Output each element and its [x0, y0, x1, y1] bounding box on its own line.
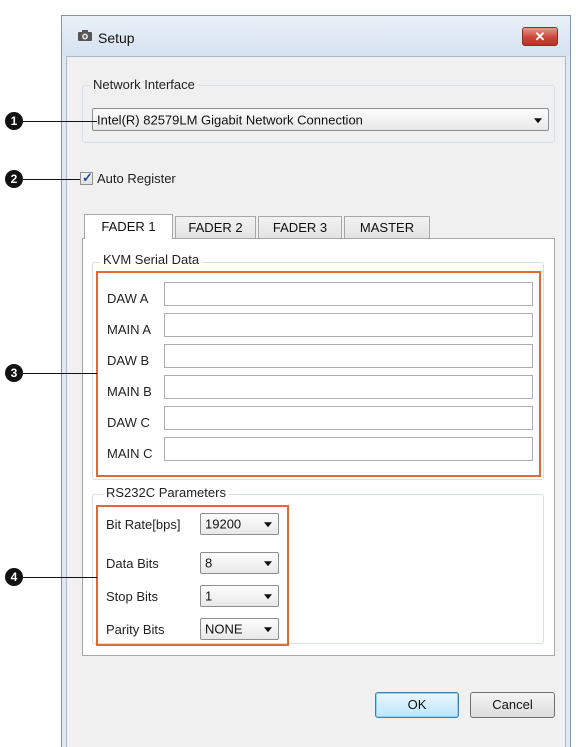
- kvm-field-main-b[interactable]: [164, 375, 533, 399]
- ok-button[interactable]: OK: [375, 692, 459, 718]
- parity-bits-select[interactable]: NONE: [200, 618, 279, 640]
- title-bar[interactable]: [62, 16, 570, 56]
- kvm-field-daw-b[interactable]: [164, 344, 533, 368]
- app-gear-icon: [77, 29, 93, 43]
- bit-rate-select[interactable]: 19200: [200, 513, 279, 535]
- tab-master[interactable]: MASTER: [344, 216, 430, 238]
- stop-bits-label: Stop Bits: [106, 589, 159, 604]
- kvm-label-main-a: MAIN A: [107, 322, 152, 337]
- data-bits-value: 8: [205, 555, 213, 571]
- kvm-field-daw-c[interactable]: [164, 406, 533, 430]
- network-interface-value: Intel(R) 82579LM Gigabit Network Connect…: [97, 112, 363, 127]
- callout-1-line: [23, 121, 97, 122]
- chevron-down-icon: [264, 561, 272, 567]
- kvm-field-main-c[interactable]: [164, 437, 533, 461]
- kvm-label-daw-b: DAW B: [107, 353, 150, 368]
- callout-4-line: [23, 577, 97, 578]
- kvm-label-daw-c: DAW C: [107, 415, 150, 430]
- data-bits-select[interactable]: 8: [200, 552, 279, 574]
- auto-register-label[interactable]: Auto Register: [97, 171, 176, 186]
- kvm-label-main-b: MAIN B: [107, 384, 152, 399]
- close-icon: ✕: [534, 29, 546, 44]
- rs232c-label: RS232C Parameters: [103, 485, 229, 500]
- kvm-label-main-c: MAIN C: [107, 446, 153, 461]
- auto-register-checkbox[interactable]: ✓: [80, 170, 93, 185]
- chevron-down-icon: [264, 594, 272, 600]
- parity-bits-label: Parity Bits: [106, 622, 165, 637]
- chevron-down-icon: [264, 522, 272, 528]
- kvm-label-daw-a: DAW A: [107, 291, 149, 306]
- callout-4: 4: [5, 568, 23, 586]
- callout-3: 3: [5, 364, 23, 382]
- checkmark-icon: ✓: [82, 170, 93, 185]
- chevron-down-icon: [534, 117, 542, 123]
- bit-rate-value: 19200: [205, 516, 242, 532]
- network-interface-label: Network Interface: [90, 77, 198, 92]
- kvm-serial-label: KVM Serial Data: [100, 252, 203, 267]
- window-title: Setup: [98, 30, 135, 46]
- bit-rate-label: Bit Rate[bps]: [106, 517, 181, 532]
- callout-1: 1: [5, 112, 23, 130]
- callout-3-line: [23, 373, 97, 374]
- tab-fader-3[interactable]: FADER 3: [258, 216, 342, 238]
- kvm-field-main-a[interactable]: [164, 313, 533, 337]
- stop-bits-select[interactable]: 1: [200, 585, 279, 607]
- callout-2-line: [23, 179, 80, 180]
- parity-bits-value: NONE: [205, 621, 243, 637]
- chevron-down-icon: [264, 627, 272, 633]
- close-button[interactable]: ✕: [522, 27, 558, 46]
- network-interface-select[interactable]: Intel(R) 82579LM Gigabit Network Connect…: [92, 108, 549, 131]
- callout-2: 2: [5, 170, 23, 188]
- tab-fader-2[interactable]: FADER 2: [175, 216, 256, 238]
- tab-fader-1[interactable]: FADER 1: [84, 214, 173, 239]
- data-bits-label: Data Bits: [106, 556, 159, 571]
- kvm-field-daw-a[interactable]: [164, 282, 533, 306]
- cancel-button[interactable]: Cancel: [470, 692, 555, 718]
- stop-bits-value: 1: [205, 588, 213, 604]
